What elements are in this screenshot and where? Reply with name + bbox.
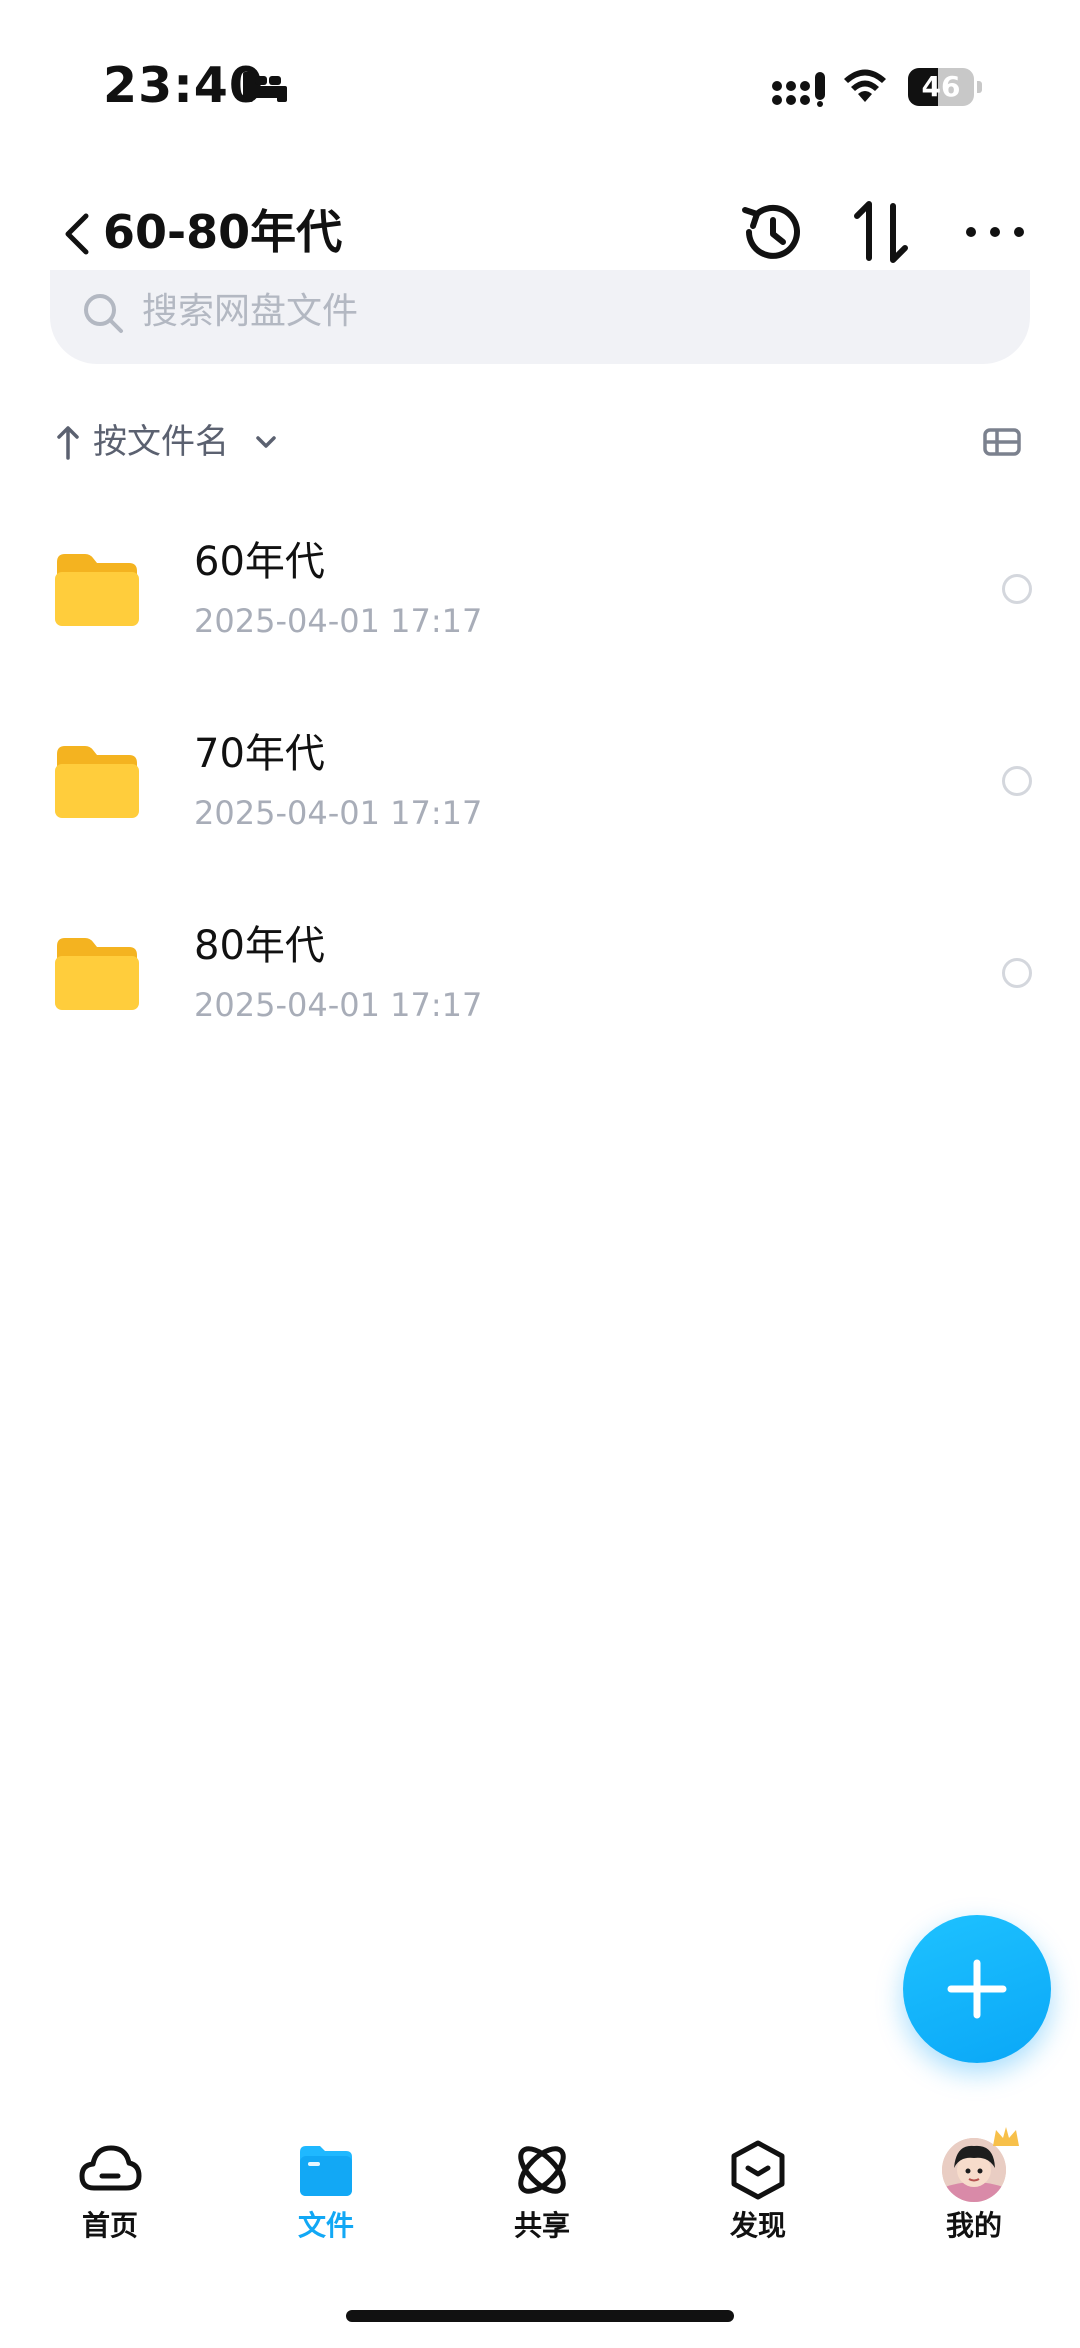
share-orbit-icon (518, 2146, 566, 2194)
folder-icon (55, 746, 139, 818)
bottom-tab-bar: 首页 文件 共享 发现 我的 (0, 2120, 1080, 2250)
search-input[interactable]: 搜索网盘文件 (50, 270, 1030, 364)
status-time: 23:40 (103, 57, 264, 114)
wifi-icon (844, 69, 886, 102)
file-date: 2025-04-01 17:17 (194, 602, 483, 640)
cellular-signal-icon (772, 72, 825, 107)
file-list-item[interactable]: 70年代 2025-04-01 17:17 (0, 692, 1080, 876)
sort-order-icon[interactable] (847, 194, 917, 270)
file-list-item[interactable]: 60年代 2025-04-01 17:17 (0, 500, 1080, 684)
battery-body: 46 (908, 68, 974, 106)
folder-icon (300, 2146, 352, 2196)
plus-icon (947, 1959, 1007, 2019)
file-date: 2025-04-01 17:17 (194, 794, 483, 832)
tab-discover[interactable]: 发现 (678, 2120, 838, 2250)
discover-box-icon (731, 2140, 785, 2200)
tab-profile[interactable]: 我的 (894, 2120, 1054, 2250)
tab-label: 文件 (297, 2209, 354, 2242)
chevron-down-icon[interactable] (254, 432, 278, 452)
file-name: 80年代 (194, 923, 325, 969)
battery-level: 46 (921, 70, 961, 103)
list-view-toggle-icon[interactable] (982, 422, 1022, 462)
folder-icon (55, 554, 139, 626)
select-checkbox[interactable] (1002, 574, 1032, 604)
folder-icon (55, 938, 139, 1010)
file-name: 60年代 (194, 539, 325, 585)
cloud-icon (79, 2145, 142, 2191)
tab-home[interactable]: 首页 (30, 2120, 190, 2250)
home-indicator (346, 2310, 734, 2322)
tab-label: 共享 (513, 2209, 570, 2242)
back-arrow-icon[interactable] (56, 202, 100, 266)
file-browser-screen: 23:40 46 60-80年代 搜索网盘文件 按文件名 60年代 2025-0… (0, 0, 1080, 2348)
page-title: 60-80年代 (103, 205, 343, 259)
search-placeholder: 搜索网盘文件 (142, 291, 359, 332)
battery-indicator: 46 (908, 68, 982, 106)
file-name: 70年代 (194, 731, 325, 777)
tab-label: 发现 (729, 2209, 786, 2242)
search-icon (84, 294, 123, 333)
sort-row: 按文件名 (50, 410, 1030, 474)
tab-share[interactable]: 共享 (462, 2120, 622, 2250)
sleep-bed-icon (243, 72, 287, 102)
sort-by-filename-button[interactable]: 按文件名 (93, 410, 229, 474)
tab-label: 我的 (945, 2209, 1002, 2242)
tab-files[interactable]: 文件 (246, 2120, 406, 2250)
crown-icon (993, 2127, 1019, 2146)
add-button[interactable] (903, 1915, 1051, 2063)
status-bar: 23:40 46 (0, 0, 1080, 170)
more-options-icon[interactable] (962, 200, 1028, 264)
battery-cap (977, 81, 982, 93)
file-list-item[interactable]: 80年代 2025-04-01 17:17 (0, 884, 1080, 1068)
arrow-up-icon[interactable] (56, 424, 80, 460)
select-checkbox[interactable] (1002, 766, 1032, 796)
history-icon[interactable] (735, 196, 807, 268)
tab-label: 首页 (81, 2209, 138, 2242)
select-checkbox[interactable] (1002, 958, 1032, 988)
file-date: 2025-04-01 17:17 (194, 986, 483, 1024)
